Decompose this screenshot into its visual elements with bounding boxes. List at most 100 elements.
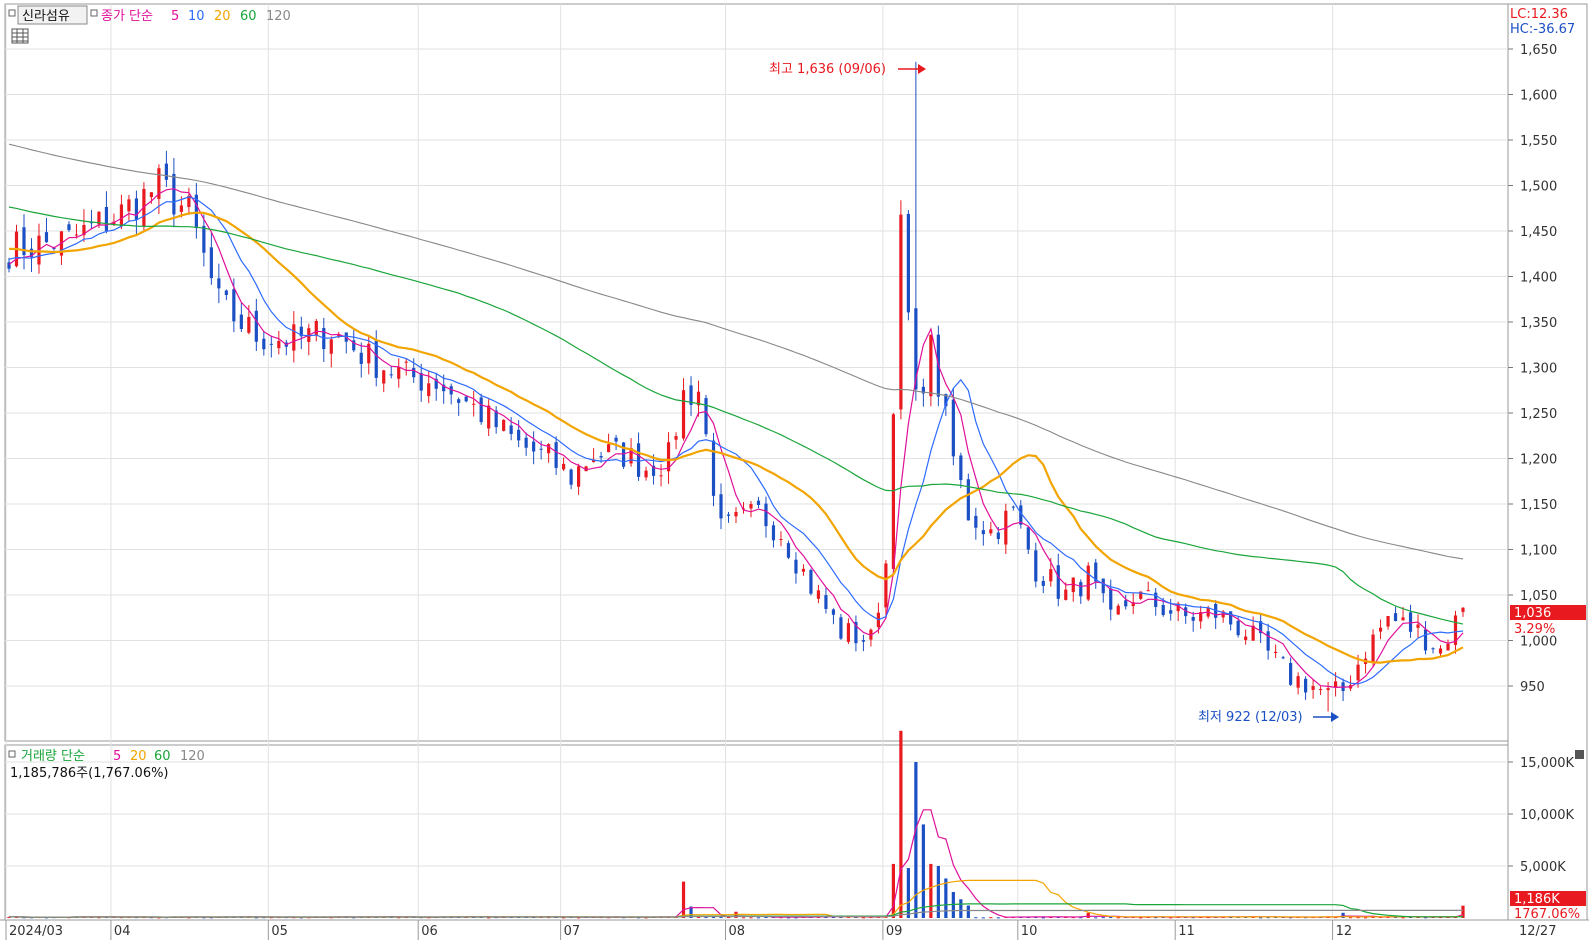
stock-chart: 1,650 1,600 1,550 1,500 1,450 1,400 1,350 1,300… bbox=[0, 0, 1589, 947]
table-icon[interactable] bbox=[11, 28, 29, 44]
candle-body bbox=[179, 205, 183, 212]
candle-body bbox=[981, 530, 985, 535]
price-tick-label: 1,200 bbox=[1520, 453, 1557, 468]
candle-body bbox=[554, 442, 558, 468]
candle-body bbox=[172, 173, 176, 215]
volume-total: 1,185,786주(1,767.06%) bbox=[10, 766, 169, 781]
candle-body bbox=[547, 444, 551, 454]
volume-bar bbox=[749, 917, 753, 919]
candle-body bbox=[217, 278, 221, 289]
candle-body bbox=[1056, 565, 1060, 599]
volume-bar bbox=[1363, 917, 1368, 919]
candle-body bbox=[487, 405, 491, 429]
candle-body bbox=[726, 514, 731, 516]
candle-body bbox=[577, 466, 581, 487]
candle-body bbox=[119, 204, 124, 227]
candle-body bbox=[1461, 607, 1465, 612]
high-label: 최고 1,636 (09/06) bbox=[769, 62, 886, 77]
candle-body bbox=[569, 469, 573, 485]
volume-bar bbox=[959, 899, 963, 918]
x-tick-label: 12/27 bbox=[1519, 924, 1556, 939]
ma-legend-5: 5 bbox=[171, 9, 179, 24]
candle-body bbox=[269, 343, 273, 345]
candle-body bbox=[532, 441, 536, 452]
price-tick-label: 1,500 bbox=[1520, 180, 1557, 195]
candle-body bbox=[711, 440, 716, 496]
ma-legend-10: 10 bbox=[188, 9, 205, 24]
candle-body bbox=[1326, 688, 1330, 691]
current-change: 3.29% bbox=[1514, 622, 1555, 637]
ma-legend-label: 종가 단순 bbox=[101, 9, 153, 24]
ma-legend-60: 60 bbox=[240, 9, 257, 24]
candle-body bbox=[1086, 565, 1090, 600]
volume-bar bbox=[936, 866, 940, 918]
candle-body bbox=[779, 538, 783, 540]
candle-body bbox=[1169, 610, 1173, 614]
current-price: 1,036 bbox=[1514, 606, 1551, 621]
candle-body bbox=[374, 340, 378, 378]
ma-legend-20: 20 bbox=[214, 9, 231, 24]
candle-body bbox=[389, 374, 393, 376]
candle-body bbox=[756, 500, 761, 505]
candle-body bbox=[786, 543, 791, 558]
candle-body bbox=[614, 437, 618, 442]
price-panel-frame bbox=[4, 3, 1509, 742]
volume-tick-label: 10,000K bbox=[1520, 808, 1574, 823]
candle-body bbox=[636, 443, 641, 477]
candle-body bbox=[1011, 506, 1015, 508]
candle-body bbox=[599, 456, 603, 458]
chart-canvas: 1,650 1,600 1,550 1,500 1,450 1,400 1,350 1,300… bbox=[0, 3, 1589, 940]
candle-body bbox=[134, 198, 139, 220]
candle-body bbox=[1034, 550, 1038, 582]
price-tick-label: 1,250 bbox=[1520, 407, 1557, 422]
candle-body bbox=[164, 163, 168, 180]
candle-body bbox=[404, 361, 408, 363]
candle-body bbox=[884, 563, 888, 608]
candle-body bbox=[681, 390, 686, 439]
volume-bar bbox=[1094, 917, 1098, 919]
candle-body bbox=[644, 470, 648, 478]
x-tick-label: 04 bbox=[114, 924, 131, 939]
candle-body bbox=[771, 525, 776, 541]
candle-body bbox=[1191, 616, 1195, 621]
collapse-icon[interactable] bbox=[1575, 750, 1584, 759]
candle-body bbox=[1266, 631, 1270, 651]
price-tick-label: 1,350 bbox=[1520, 316, 1557, 331]
candle-body bbox=[1124, 600, 1128, 607]
candle-body bbox=[1446, 643, 1450, 651]
volume-panel-frame bbox=[4, 744, 1509, 921]
low-label: 최저 922 (12/03) bbox=[1198, 710, 1303, 725]
vol-legend-120: 120 bbox=[180, 749, 205, 764]
x-tick-label: 07 bbox=[564, 924, 581, 939]
lc-value: LC:12.36 bbox=[1510, 7, 1568, 22]
volume-bar bbox=[891, 863, 895, 918]
price-tick-label: 1,300 bbox=[1520, 362, 1557, 377]
candle-body bbox=[1438, 648, 1443, 654]
candle-body bbox=[509, 425, 513, 434]
candle-body bbox=[1161, 604, 1165, 616]
candle-body bbox=[292, 324, 296, 351]
candle-body bbox=[659, 475, 663, 477]
candle-body bbox=[359, 352, 363, 364]
candle-body bbox=[801, 568, 806, 572]
volume-bar bbox=[741, 917, 746, 919]
x-tick-label: 10 bbox=[1021, 924, 1038, 939]
price-tick-label: 1,100 bbox=[1520, 544, 1557, 559]
candle-body bbox=[464, 396, 468, 402]
x-tick-label: 12 bbox=[1336, 924, 1353, 939]
candle-body bbox=[1371, 634, 1375, 663]
price-tick-label: 1,650 bbox=[1520, 43, 1557, 58]
candle-body bbox=[1304, 678, 1308, 693]
candle-body bbox=[562, 463, 566, 470]
candle-body bbox=[224, 290, 228, 295]
price-tick-label: 1,550 bbox=[1520, 134, 1557, 149]
candle-body bbox=[1408, 612, 1413, 632]
candle-body bbox=[959, 455, 963, 481]
candle-body bbox=[764, 503, 768, 527]
x-tick-label: 08 bbox=[729, 924, 746, 939]
candle-body bbox=[67, 224, 71, 231]
candle-body bbox=[1296, 676, 1300, 688]
candle-body bbox=[202, 226, 206, 253]
stock-name: 신라섬유 bbox=[22, 9, 70, 24]
candle-body bbox=[457, 399, 461, 403]
